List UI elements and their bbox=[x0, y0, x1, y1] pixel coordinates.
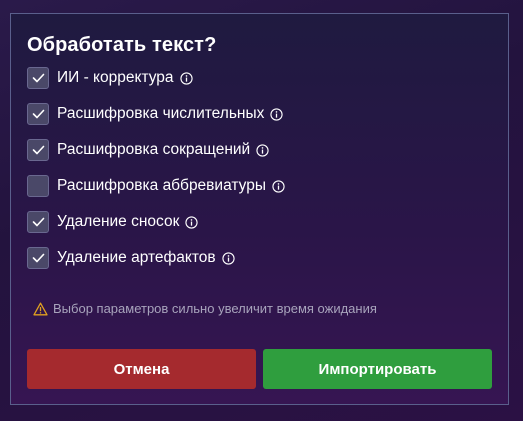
warning-text: Выбор параметров сильно увеличит время о… bbox=[53, 301, 377, 316]
option-label: Расшифровка числительных bbox=[57, 105, 265, 122]
option-acronyms-expansion[interactable]: Расшифровка аббревиатуры bbox=[27, 174, 285, 198]
cancel-button[interactable]: Отмена bbox=[27, 349, 256, 389]
info-icon[interactable] bbox=[272, 179, 285, 193]
check-icon bbox=[32, 73, 44, 83]
option-label: Расшифровка сокращений bbox=[57, 141, 251, 158]
option-checkbox[interactable] bbox=[27, 175, 49, 197]
check-icon bbox=[32, 217, 44, 227]
info-icon[interactable] bbox=[185, 215, 199, 229]
check-icon bbox=[32, 109, 44, 119]
option-ai-proofreading[interactable]: ИИ - корректура bbox=[27, 66, 193, 90]
option-checkbox[interactable] bbox=[27, 211, 49, 233]
option-remove-footnotes[interactable]: Удаление сносок bbox=[27, 210, 199, 234]
option-label: ИИ - корректура bbox=[57, 69, 174, 86]
info-icon[interactable] bbox=[256, 143, 269, 157]
info-icon[interactable] bbox=[270, 107, 283, 121]
option-checkbox[interactable] bbox=[27, 103, 49, 125]
option-checkbox[interactable] bbox=[27, 67, 49, 89]
import-button[interactable]: Импортировать bbox=[263, 349, 492, 389]
option-abbreviations-expansion[interactable]: Расшифровка сокращений bbox=[27, 138, 269, 162]
dialog-title: Обработать текст? bbox=[27, 34, 217, 56]
check-icon bbox=[32, 145, 44, 155]
option-numerals-expansion[interactable]: Расшифровка числительных bbox=[27, 102, 283, 126]
option-checkbox[interactable] bbox=[27, 139, 49, 161]
warning-icon bbox=[33, 302, 48, 315]
info-icon[interactable] bbox=[222, 251, 235, 265]
option-label: Удаление сносок bbox=[57, 213, 180, 230]
check-icon bbox=[32, 253, 44, 263]
option-remove-artifacts[interactable]: Удаление артефактов bbox=[27, 246, 235, 270]
info-icon[interactable] bbox=[179, 71, 193, 85]
option-label: Расшифровка аббревиатуры bbox=[57, 177, 266, 194]
option-checkbox[interactable] bbox=[27, 247, 49, 269]
wait-time-warning: Выбор параметров сильно увеличит время о… bbox=[33, 301, 377, 316]
process-text-dialog: Обработать текст? ИИ - корректура Расшиф… bbox=[10, 13, 509, 405]
option-label: Удаление артефактов bbox=[57, 249, 216, 266]
